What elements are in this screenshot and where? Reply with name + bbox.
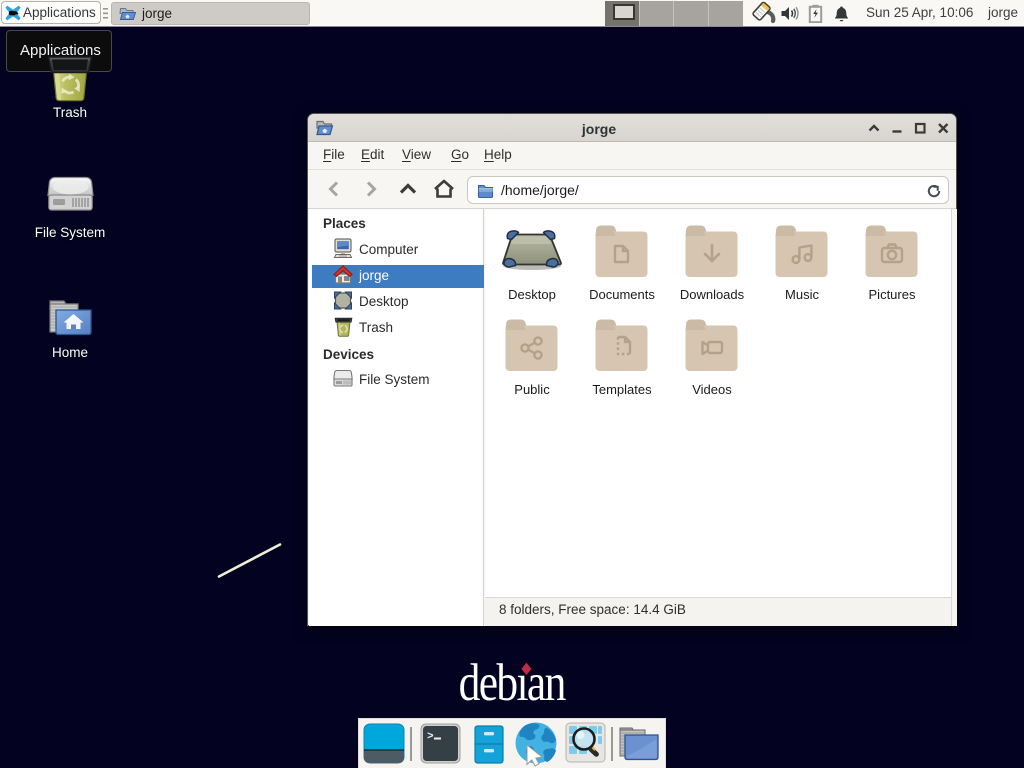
svg-text:>: >: [427, 731, 434, 743]
